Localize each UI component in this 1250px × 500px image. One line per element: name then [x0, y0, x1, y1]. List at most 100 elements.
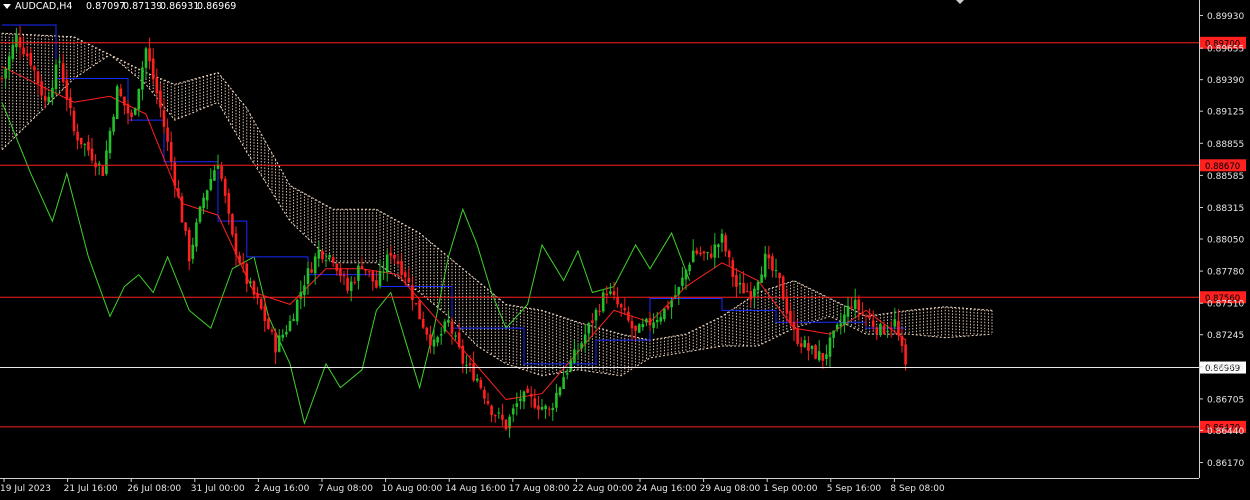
candle: [699, 246, 702, 257]
candle: [339, 263, 342, 283]
candle: [508, 414, 511, 438]
candle: [472, 351, 475, 382]
candle: [357, 263, 360, 290]
candle-body: [504, 419, 508, 430]
candle-body: [789, 310, 792, 324]
candle: [781, 275, 785, 300]
horizontal-levels[interactable]: 0.897000.886700.875600.869690.86470: [0, 36, 1246, 434]
candle-body: [184, 222, 187, 231]
candle: [756, 280, 760, 297]
candle: [288, 315, 292, 333]
candle: [544, 404, 547, 419]
candle: [331, 255, 335, 267]
candle-body: [295, 299, 299, 322]
candle: [144, 46, 148, 79]
candle-body: [605, 293, 609, 296]
candle-body: [587, 323, 591, 334]
candle-body: [832, 330, 835, 338]
candle-body: [220, 165, 223, 179]
candle: [731, 257, 735, 288]
candle: [490, 404, 493, 423]
candle-body: [857, 299, 861, 311]
candle: [598, 303, 601, 316]
candle: [677, 286, 681, 305]
candle: [623, 298, 627, 316]
candle-body: [526, 388, 529, 393]
candle: [663, 308, 666, 322]
candle: [425, 326, 429, 341]
candle-body: [558, 387, 562, 396]
candle-body: [281, 334, 285, 338]
time-tick-label: 7 Aug 08:00: [318, 484, 373, 494]
candle: [58, 56, 61, 68]
candle: [601, 288, 605, 314]
candle: [223, 176, 227, 204]
candle: [25, 45, 29, 60]
candle-body: [180, 196, 184, 223]
time-tick-label: 14 Aug 16:00: [445, 484, 506, 494]
candle-body: [533, 398, 537, 408]
candle-body: [537, 405, 540, 410]
time-tick-label: 19 Jul 2023: [0, 484, 51, 494]
candle: [414, 302, 418, 306]
price-chart[interactable]: 0.897000.886700.875600.869690.86470 0.89…: [0, 0, 1250, 500]
candle: [371, 270, 375, 291]
candle: [565, 368, 569, 380]
candle: [457, 323, 461, 350]
time-tick-label: 1 Sep 00:00: [763, 484, 818, 494]
price-tick-label: 0.86170: [1207, 459, 1244, 469]
candle: [317, 241, 321, 267]
candle-body: [76, 131, 79, 141]
candle-body: [868, 315, 871, 319]
candle: [137, 88, 141, 117]
candle: [760, 266, 763, 284]
time-tick-label: 24 Aug 16:00: [636, 484, 697, 494]
candle-body: [447, 319, 450, 323]
candle-body: [202, 197, 205, 209]
candle-body: [112, 116, 115, 132]
candle-body: [785, 297, 789, 314]
candle-body: [864, 315, 868, 317]
candle-body: [324, 260, 328, 262]
symbol-dropdown-icon[interactable]: [3, 4, 11, 9]
candle: [162, 98, 166, 134]
candle-body: [141, 67, 144, 90]
candle-body: [209, 178, 213, 190]
candle-body: [706, 252, 709, 254]
candle: [497, 407, 501, 419]
candle-body: [781, 276, 785, 300]
candle-body: [292, 318, 295, 322]
price-tick-label: 0.88585: [1207, 172, 1244, 182]
candle-body: [825, 354, 828, 360]
candle: [897, 309, 900, 341]
candle-body: [573, 349, 576, 363]
candle: [447, 310, 450, 327]
close-value: 0.86969: [197, 1, 236, 12]
candle-body: [33, 66, 36, 71]
candle-body: [303, 285, 306, 295]
candle: [684, 269, 688, 290]
candle-body: [594, 309, 598, 321]
candle-body: [241, 262, 245, 265]
candle-body: [277, 335, 281, 352]
candle: [130, 109, 133, 122]
candle: [15, 27, 18, 53]
chart-shift-marker-icon: [956, 0, 964, 4]
candle: [238, 251, 241, 265]
candle: [695, 247, 699, 256]
candle-body: [479, 380, 483, 388]
candle-body: [198, 206, 202, 222]
candle-body: [231, 214, 234, 235]
candle-body: [151, 58, 155, 80]
candle: [69, 88, 72, 116]
candle-body: [205, 190, 209, 201]
candle-body: [731, 260, 735, 277]
candle: [126, 100, 130, 125]
candle: [76, 123, 79, 150]
candle-body: [187, 230, 191, 262]
candle-body: [691, 250, 695, 263]
candle-body: [51, 87, 54, 98]
candle: [681, 266, 684, 290]
candle: [187, 227, 191, 271]
candle-body: [90, 148, 94, 161]
